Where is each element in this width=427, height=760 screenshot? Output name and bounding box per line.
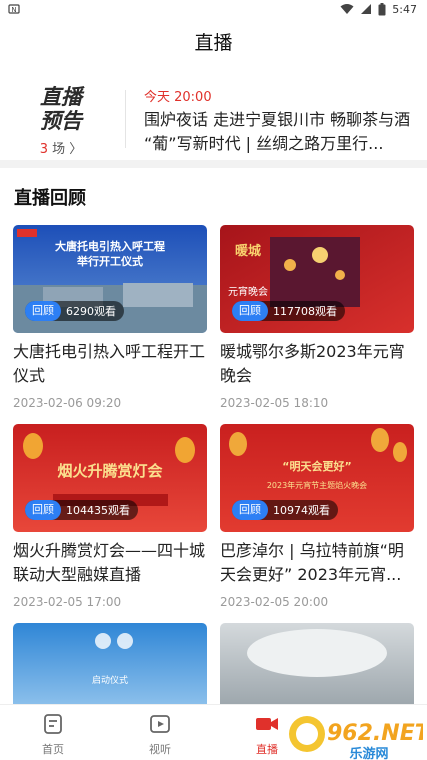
section-title: 直播回顾	[14, 188, 86, 209]
tab-home[interactable]: 首页	[23, 713, 83, 757]
preview-divider	[125, 90, 126, 148]
replay-card[interactable]: 暖城 元宵晚会 回顾 117708观看 暖城鄂尔多斯2023年元宵晚会 2023…	[220, 225, 414, 410]
watermark-logo: 962.NET 乐游网	[283, 712, 427, 760]
card-title[interactable]: 巴彦淖尔 | 乌拉特前旗“明天会更好” 2023年元宵...	[220, 539, 414, 587]
thumb-text: 大唐托电引热入呼工程	[55, 239, 165, 253]
preview-count-unit: 场 〉	[52, 142, 83, 157]
thumb-text: 举行开工仪式	[76, 254, 143, 268]
view-count: 10974观看	[273, 504, 330, 517]
card-date: 2023-02-06 09:20	[13, 396, 122, 410]
card-date: 2023-02-05 20:00	[220, 595, 329, 609]
svg-text:N: N	[11, 6, 16, 14]
view-count: 117708观看	[273, 305, 337, 318]
tab-video[interactable]: 视听	[130, 713, 190, 757]
live-preview-banner[interactable]: 直播 预告 3 场 〉 今天 20:00 围炉夜话 走进宁夏银川市 畅聊茶与酒 …	[0, 78, 427, 158]
preview-count[interactable]: 3 场 〉	[22, 138, 100, 157]
wifi-icon	[340, 3, 354, 15]
watermark-text: 962.NET	[327, 721, 423, 746]
replay-tag: 回顾	[25, 500, 61, 520]
thumb-text: 烟火升腾赏灯会	[57, 462, 162, 480]
view-count: 6290观看	[66, 305, 116, 318]
video-icon	[150, 715, 170, 733]
preview-title[interactable]: 围炉夜话 走进宁夏银川市 畅聊茶与酒 “葡”写新时代 | 丝绸之路万里行...	[144, 108, 416, 156]
replay-card[interactable]: “明天会更好” 2023年元宵节主题焰火晚会 回顾 10974观看 巴彦淖尔 |…	[220, 424, 414, 609]
view-badge: 回顾 10974观看	[232, 500, 338, 520]
view-badge: 回顾 6290观看	[25, 301, 124, 321]
view-badge: 回顾 117708观看	[232, 301, 345, 321]
card-thumbnail[interactable]: 大唐托电引热入呼工程 举行开工仪式 回顾 6290观看	[13, 225, 207, 333]
preview-time: 今天 20:00	[144, 90, 212, 105]
notification-icon: N	[8, 3, 20, 15]
replay-tag: 回顾	[25, 301, 61, 321]
signal-icon	[360, 3, 372, 15]
battery-icon	[378, 2, 386, 16]
card-title[interactable]: 烟火升腾赏灯会——四十城联动大型融媒直播	[13, 539, 207, 587]
replay-card[interactable]: 大唐托电引热入呼工程 举行开工仪式 回顾 6290观看 大唐托电引热入呼工程开工…	[13, 225, 207, 410]
thumb-text: 启动仪式	[92, 674, 128, 686]
replay-tag: 回顾	[232, 500, 268, 520]
thumb-text: 2023年元宵节主题焰火晚会	[267, 480, 367, 490]
card-thumbnail[interactable]: 暖城 元宵晚会 回顾 117708观看	[220, 225, 414, 333]
logo-line1: 直播	[40, 85, 85, 109]
thumb-text: 元宵晚会	[228, 285, 268, 298]
view-count: 104435观看	[66, 504, 130, 517]
section-divider	[0, 160, 427, 168]
home-icon	[44, 714, 62, 734]
preview-count-number: 3	[39, 142, 48, 157]
watermark-sub: 乐游网	[349, 746, 388, 760]
card-date: 2023-02-05 18:10	[220, 396, 329, 410]
thumb-text: 暖城	[235, 243, 261, 259]
card-thumbnail[interactable]: “明天会更好” 2023年元宵节主题焰火晚会 回顾 10974观看	[220, 424, 414, 532]
tab-label: 视听	[149, 743, 171, 756]
replay-card[interactable]: 烟火升腾赏灯会 回顾 104435观看 烟火升腾赏灯会——四十城联动大型融媒直播…	[13, 424, 207, 609]
card-thumbnail[interactable]: 烟火升腾赏灯会 回顾 104435观看	[13, 424, 207, 532]
logo-line2: 预告	[40, 109, 84, 133]
live-preview-logo: 直播 预告 3 场 〉	[22, 82, 100, 157]
page-title: 直播	[194, 32, 233, 54]
replay-tag: 回顾	[232, 301, 268, 321]
card-date: 2023-02-05 17:00	[13, 595, 122, 609]
live-camera-icon	[256, 718, 278, 730]
card-title[interactable]: 暖城鄂尔多斯2023年元宵晚会	[220, 340, 414, 388]
thumb-text: “明天会更好”	[282, 459, 351, 473]
status-time: 5:47	[392, 2, 417, 16]
card-title[interactable]: 大唐托电引热入呼工程开工仪式	[13, 340, 207, 388]
view-badge: 回顾 104435观看	[25, 500, 138, 520]
tab-label: 首页	[42, 743, 64, 756]
status-bar: N 5:47	[0, 0, 427, 18]
